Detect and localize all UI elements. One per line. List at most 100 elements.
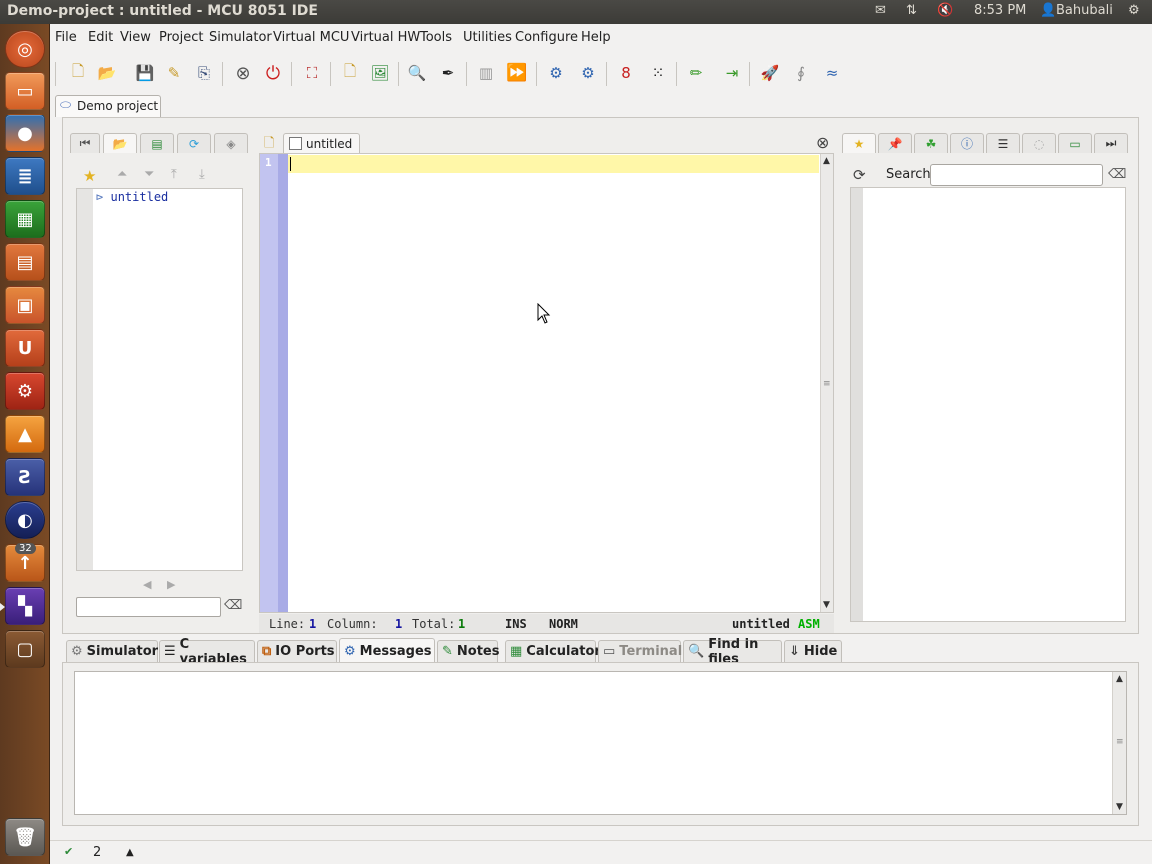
dash-icon[interactable]: ◎ bbox=[5, 30, 45, 68]
update-manager-icon[interactable]: 32 ↑ bbox=[5, 543, 45, 582]
menu-file[interactable]: File bbox=[55, 30, 77, 45]
move-top-icon[interactable]: ⤒ bbox=[171, 167, 177, 182]
tab-c-variables[interactable]: ☰ C variables bbox=[159, 637, 255, 667]
hex-tool-icon[interactable]: ∮ bbox=[789, 61, 813, 85]
scroll-down-icon[interactable]: ▼ bbox=[823, 600, 830, 610]
compile-icon[interactable]: ⏩ bbox=[505, 61, 529, 85]
writer-icon[interactable]: ≣ bbox=[5, 157, 45, 195]
new-project-icon[interactable]: 🗋 bbox=[338, 61, 362, 85]
code-editor[interactable]: 1 ▲ ≡ ▼ bbox=[259, 153, 834, 613]
scroll-left-icon[interactable]: ◀ bbox=[143, 578, 151, 591]
tab-messages[interactable]: ⚙ Messages bbox=[339, 638, 435, 663]
volume-muted-icon[interactable]: 🔇 bbox=[937, 3, 953, 18]
exit-icon[interactable]: ⏻ bbox=[261, 61, 285, 85]
mail-icon[interactable]: ✉ bbox=[875, 3, 886, 18]
new-file-icon[interactable]: 🗋 bbox=[66, 61, 90, 85]
menu-virtual-mcu[interactable]: Virtual MCU bbox=[273, 30, 349, 45]
menu-utilities[interactable]: Utilities bbox=[463, 30, 512, 45]
show-panel-icon[interactable]: ▲ bbox=[126, 847, 134, 858]
tab-info-icon[interactable]: ⓘ bbox=[950, 133, 984, 153]
refresh-icon[interactable]: ⟳ bbox=[853, 166, 866, 184]
scroll-grip-icon[interactable]: ≡ bbox=[823, 379, 831, 389]
tab-opened-files-icon[interactable]: ▤ bbox=[140, 133, 174, 153]
seven-segment-icon[interactable]: 8 bbox=[614, 61, 638, 85]
tab-symbols-icon[interactable]: ☘ bbox=[914, 133, 948, 153]
edit-pencil-icon[interactable]: ✏ bbox=[684, 61, 708, 85]
tab-files-icon[interactable]: 📂 bbox=[103, 133, 137, 153]
file-filter-input[interactable] bbox=[76, 597, 221, 617]
tab-bookmarks-icon[interactable]: ★ bbox=[842, 133, 876, 153]
status-filetype[interactable]: ASM bbox=[798, 617, 820, 631]
step-simulator-icon[interactable]: ⚙ bbox=[576, 61, 600, 85]
clear-search-icon[interactable]: ⌫ bbox=[1108, 167, 1126, 182]
disassemble-icon[interactable]: ▥ bbox=[474, 61, 498, 85]
messages-output[interactable]: ▲ ≡ ▼ bbox=[74, 671, 1127, 815]
menu-edit[interactable]: Edit bbox=[88, 30, 113, 45]
tab-list-icon[interactable]: ☰ bbox=[986, 133, 1020, 153]
wave-icon[interactable]: ≈ bbox=[820, 61, 844, 85]
move-down-icon[interactable]: ⏷ bbox=[144, 167, 154, 182]
find-icon[interactable]: 🔍 bbox=[405, 61, 429, 85]
tab-calculator[interactable]: ▦ Calculator bbox=[505, 640, 601, 662]
move-bottom-icon[interactable]: ⤓ bbox=[199, 167, 205, 182]
vlc-icon[interactable]: ▲ bbox=[5, 415, 45, 453]
list-item[interactable]: ⊳ untitled bbox=[96, 190, 168, 204]
move-up-icon[interactable]: ⏶ bbox=[117, 167, 127, 182]
tab-refresh-icon[interactable]: ⟳ bbox=[177, 133, 211, 153]
menu-project[interactable]: Project bbox=[159, 30, 203, 45]
open-project-icon[interactable]: 🖼 bbox=[368, 61, 392, 85]
menu-tools[interactable]: Tools bbox=[420, 30, 452, 45]
tab-find-in-files[interactable]: 🔍 Find in files bbox=[683, 637, 782, 667]
scroll-down-icon[interactable]: ▼ bbox=[1116, 802, 1123, 812]
user-name[interactable]: Bahubali bbox=[1056, 3, 1113, 18]
editor-scrollbar[interactable]: ▲ ≡ ▼ bbox=[820, 154, 833, 612]
eclipse-icon[interactable]: ◐ bbox=[5, 501, 45, 539]
scroll-up-icon[interactable]: ▲ bbox=[1116, 674, 1123, 684]
spellcheck-icon[interactable]: ✔ bbox=[64, 845, 73, 858]
tab-io-ports[interactable]: ⧉ IO Ports bbox=[257, 640, 337, 662]
close-tab-icon[interactable]: ⊗ bbox=[816, 133, 829, 152]
files-icon[interactable]: ▭ bbox=[5, 72, 45, 110]
close-file-icon[interactable]: ⊗ bbox=[231, 61, 255, 85]
tab-terminal[interactable]: ▭ Terminal bbox=[598, 640, 682, 662]
clear-filter-icon[interactable]: ⌫ bbox=[224, 598, 242, 613]
user-icon[interactable]: 👤 bbox=[1040, 3, 1056, 18]
tab-breakpoints-icon[interactable]: 📌 bbox=[878, 133, 912, 153]
tab-hardware-icon[interactable]: ▭ bbox=[1058, 133, 1092, 153]
calc-icon[interactable]: ▦ bbox=[5, 200, 45, 238]
menu-virtual-hw[interactable]: Virtual HW bbox=[351, 30, 420, 45]
save-all-icon[interactable]: ⎘ bbox=[192, 61, 216, 85]
tab-sfr-icon[interactable]: ◈ bbox=[214, 133, 248, 153]
selection-mode[interactable]: NORM bbox=[549, 617, 578, 631]
insert-mode[interactable]: INS bbox=[505, 617, 527, 631]
scroll-right-icon[interactable]: ▶ bbox=[167, 578, 175, 591]
scroll-up-icon[interactable]: ▲ bbox=[823, 156, 830, 166]
network-icon[interactable]: ⇅ bbox=[906, 3, 917, 18]
software-center-icon[interactable]: ▣ bbox=[5, 286, 45, 324]
save-icon[interactable]: 💾 bbox=[133, 61, 157, 85]
collapse-left-icon[interactable]: ⏮ bbox=[70, 133, 100, 153]
bookmark-star-icon[interactable]: ★ bbox=[83, 167, 96, 185]
menu-view[interactable]: View bbox=[120, 30, 151, 45]
export-icon[interactable]: ⇥ bbox=[720, 61, 744, 85]
firefox-icon[interactable]: ● bbox=[5, 114, 45, 152]
led-matrix-icon[interactable]: ⁙ bbox=[646, 61, 670, 85]
menu-simulator[interactable]: Simulator bbox=[209, 30, 272, 45]
fullscreen-icon[interactable]: ⛶ bbox=[300, 61, 324, 85]
goto-icon[interactable]: ✒ bbox=[436, 61, 460, 85]
tab-notes-icon[interactable]: ◌ bbox=[1022, 133, 1056, 153]
trash-icon[interactable]: 🗑 bbox=[5, 818, 45, 856]
open-file-icon[interactable]: 📂 bbox=[95, 61, 119, 85]
scroll-grip-icon[interactable]: ≡ bbox=[1116, 737, 1124, 747]
tab-simulator[interactable]: ⚙ Simulator bbox=[66, 640, 158, 662]
editor-tab[interactable]: untitled bbox=[283, 133, 360, 153]
impress-icon[interactable]: ▤ bbox=[5, 243, 45, 281]
messages-scrollbar[interactable]: ▲ ≡ ▼ bbox=[1112, 672, 1126, 814]
collapse-right-icon[interactable]: ⏭ bbox=[1094, 133, 1128, 153]
ubuntu-one-icon[interactable]: U bbox=[5, 329, 45, 367]
project-tab[interactable]: ⬭ Demo project bbox=[55, 95, 161, 117]
tab-notes[interactable]: ✎ Notes bbox=[437, 640, 500, 662]
workspace-switcher-icon[interactable]: ▢ bbox=[5, 630, 45, 668]
clock[interactable]: 8:53 PM bbox=[974, 3, 1026, 18]
power-gear-icon[interactable]: ⚙ bbox=[1128, 3, 1140, 18]
